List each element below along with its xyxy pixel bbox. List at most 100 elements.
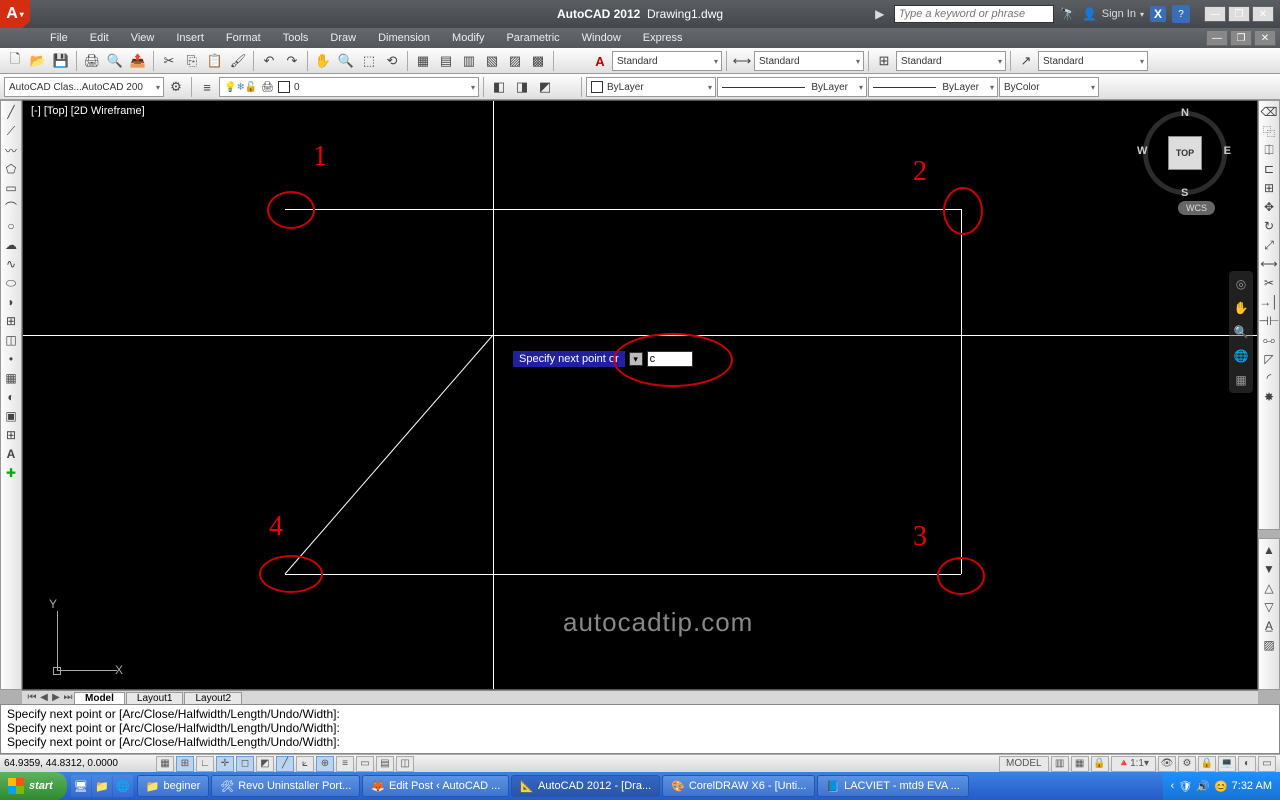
save-icon[interactable]: 💾	[50, 50, 72, 72]
pline-icon[interactable]: 〰	[2, 141, 20, 159]
table-icon[interactable]: ⊞	[2, 426, 20, 444]
markup-icon[interactable]: ▨	[504, 50, 526, 72]
cut-icon[interactable]: ✂	[158, 50, 180, 72]
annovisibility-icon[interactable]: 👁	[1158, 756, 1176, 772]
doc-close-button[interactable]: ✕	[1254, 30, 1276, 46]
ws-settings-icon[interactable]: ⚙	[165, 76, 187, 98]
mtext-icon[interactable]: A	[2, 445, 20, 463]
task-revo[interactable]: 🛠Revo Uninstaller Port...	[211, 775, 360, 797]
search-input[interactable]	[894, 5, 1054, 23]
textfront-icon[interactable]: A̲	[1260, 617, 1278, 635]
viewcube[interactable]: TOP N S E W	[1143, 111, 1227, 195]
zoom2-icon[interactable]: 🔍	[1232, 323, 1250, 341]
ellipsearc-icon[interactable]: ◗	[2, 293, 20, 311]
rectangle-icon[interactable]: ▭	[2, 179, 20, 197]
isolate-icon[interactable]: ◐	[1238, 756, 1256, 772]
tpy-toggle[interactable]: ▭	[356, 756, 374, 772]
spline-icon[interactable]: ∿	[2, 255, 20, 273]
task-lacviet[interactable]: 📘LACVIET - mtd9 EVA ...	[817, 775, 968, 797]
stretch-icon[interactable]: ⟷	[1260, 255, 1278, 273]
block-icon[interactable]: ◫	[2, 331, 20, 349]
tray-icon[interactable]: 🛡	[1178, 780, 1192, 793]
join-icon[interactable]: ⧟	[1260, 331, 1278, 349]
lineweight-select[interactable]: ByLayer	[868, 77, 998, 97]
hatch-icon[interactable]: ▦	[2, 369, 20, 387]
menu-format[interactable]: Format	[216, 30, 271, 46]
layer-state-icon[interactable]: ◩	[534, 76, 556, 98]
coordinates-readout[interactable]: 64.9359, 44.8312, 0.0000	[4, 758, 154, 769]
copy2-icon[interactable]: ⿻	[1260, 122, 1278, 140]
binoculars-icon[interactable]: 🔭	[1060, 6, 1076, 22]
zoom-rt-icon[interactable]: 🔍	[335, 50, 357, 72]
ql-app1-icon[interactable]: 📁	[92, 775, 112, 797]
ql-desktop-icon[interactable]: 🖥	[71, 775, 91, 797]
task-corel[interactable]: 🎨CorelDRAW X6 - [Unti...	[662, 775, 815, 797]
tray-expand-icon[interactable]: ‹	[1171, 780, 1175, 792]
menu-window[interactable]: Window	[572, 30, 631, 46]
designcenter-icon[interactable]: ▤	[435, 50, 457, 72]
mleader-icon[interactable]: ↗	[1015, 50, 1037, 72]
back-icon[interactable]: ▼	[1260, 560, 1278, 578]
layer-select[interactable]: 💡❄🔓🖨 0	[219, 77, 479, 97]
layer-props-icon[interactable]: ≡	[196, 76, 218, 98]
sc-toggle[interactable]: ◫	[396, 756, 414, 772]
textstyle-select[interactable]: Standard	[612, 51, 722, 71]
rotate-icon[interactable]: ↻	[1260, 217, 1278, 235]
front-icon[interactable]: ▲	[1260, 541, 1278, 559]
tray-icon[interactable]: 😊	[1214, 780, 1228, 793]
linetype-select[interactable]: ByLayer	[717, 77, 867, 97]
annotation-scale[interactable]: 🔺1:1▾	[1111, 756, 1156, 772]
help-icon[interactable]: ?	[1172, 5, 1190, 23]
revcloud-icon[interactable]: ☁	[2, 236, 20, 254]
polar-toggle[interactable]: ✛	[216, 756, 234, 772]
insert-icon[interactable]: ⊞	[2, 312, 20, 330]
start-button[interactable]: start	[0, 772, 67, 800]
orbit-icon[interactable]: 🌐	[1232, 347, 1250, 365]
menu-dimension[interactable]: Dimension	[368, 30, 440, 46]
menu-tools[interactable]: Tools	[273, 30, 319, 46]
menu-draw[interactable]: Draw	[320, 30, 366, 46]
tab-next-icon[interactable]: ▶	[50, 692, 62, 703]
menu-parametric[interactable]: Parametric	[496, 30, 569, 46]
ellipse-icon[interactable]: ⬭	[2, 274, 20, 292]
qcalc-icon[interactable]: ▩	[527, 50, 549, 72]
task-explorer[interactable]: 📁beginer	[137, 775, 209, 797]
tray-icon[interactable]: 🔊	[1196, 780, 1210, 793]
workspace-select[interactable]: AutoCAD Clas...AutoCAD 200	[4, 77, 164, 97]
color-select[interactable]: ByLayer	[586, 77, 716, 97]
zoom-win-icon[interactable]: ⬚	[358, 50, 380, 72]
chamfer-icon[interactable]: ◸	[1260, 350, 1278, 368]
line-icon[interactable]: ╱	[2, 103, 20, 121]
menu-insert[interactable]: Insert	[166, 30, 214, 46]
region-icon[interactable]: ▣	[2, 407, 20, 425]
point-icon[interactable]: •	[2, 350, 20, 368]
menu-view[interactable]: View	[121, 30, 165, 46]
tab-layout2[interactable]: Layout2	[184, 692, 242, 704]
viewport-label[interactable]: [-] [Top] [2D Wireframe]	[31, 105, 145, 117]
menu-edit[interactable]: Edit	[80, 30, 119, 46]
ducs-toggle[interactable]: ⟀	[296, 756, 314, 772]
textstyle-icon[interactable]: A	[589, 50, 611, 72]
model-space-button[interactable]: MODEL	[999, 756, 1049, 772]
trim-icon[interactable]: ✂	[1260, 274, 1278, 292]
paste-icon[interactable]: 📋	[204, 50, 226, 72]
drawing-area[interactable]: [-] [Top] [2D Wireframe] 1 2 3 4 Specify…	[22, 100, 1258, 690]
sheet-icon[interactable]: ▧	[481, 50, 503, 72]
fillet-icon[interactable]: ◜	[1260, 369, 1278, 387]
publish-icon[interactable]: 📤	[127, 50, 149, 72]
redo-icon[interactable]: ↷	[281, 50, 303, 72]
toolbar-lock-icon[interactable]: 🔒	[1198, 756, 1216, 772]
toolpalette-icon[interactable]: ▥	[458, 50, 480, 72]
arc-icon[interactable]: ⌒	[2, 198, 20, 216]
polygon-icon[interactable]: ⬠	[2, 160, 20, 178]
menu-file[interactable]: File	[40, 30, 78, 46]
menu-modify[interactable]: Modify	[442, 30, 494, 46]
hatchback-icon[interactable]: ▨	[1260, 636, 1278, 654]
break-icon[interactable]: ⊣⊢	[1260, 312, 1278, 330]
mleaderstyle-select[interactable]: Standard	[1038, 51, 1148, 71]
addselected-icon[interactable]: ✚	[2, 464, 20, 482]
ql-app2-icon[interactable]: 🌐	[113, 775, 133, 797]
new-icon[interactable]: 🗋	[4, 50, 26, 72]
layer-prev-icon[interactable]: ◨	[511, 76, 533, 98]
qp-toggle[interactable]: ▤	[376, 756, 394, 772]
